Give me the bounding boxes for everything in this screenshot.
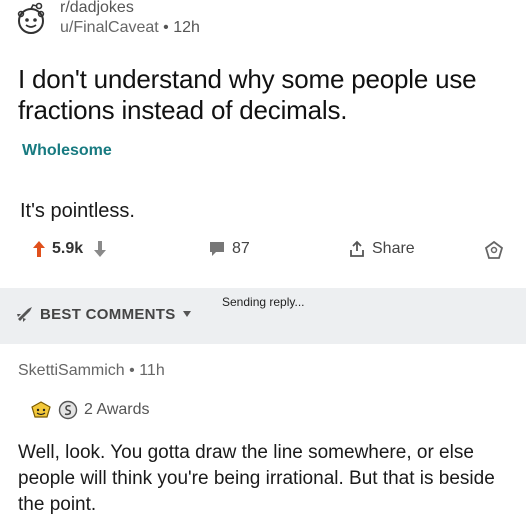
post-actions: 5.9k 87 Share: [0, 236, 526, 268]
subreddit-link[interactable]: r/dadjokes: [60, 0, 200, 18]
comment-sort-bar: BEST COMMENTS Sending reply...: [0, 288, 526, 344]
downvote-arrow-icon: [94, 241, 107, 257]
comment-awards[interactable]: 2 Awards: [30, 400, 150, 420]
sort-label: BEST COMMENTS: [40, 305, 176, 323]
comment: SkettiSammich • 11h 2 Awards Well, look.…: [0, 344, 526, 532]
awards-label: 2 Awards: [84, 401, 150, 418]
vote-group: 5.9k: [32, 240, 107, 258]
post-body: It's pointless.: [20, 200, 135, 222]
vote-count: 5.9k: [52, 240, 84, 257]
share-button[interactable]: Share: [348, 240, 415, 258]
upvote-button[interactable]: [32, 240, 46, 258]
sending-status: Sending reply...: [222, 295, 305, 309]
silver-award-icon: [58, 400, 78, 420]
downvote-button[interactable]: [93, 240, 107, 258]
comment-time: 11h: [139, 362, 165, 379]
post-time: 12h: [173, 19, 200, 36]
award-icon: [484, 240, 504, 259]
upvote-arrow-icon: [33, 241, 45, 257]
comment-meta: SkettiSammich • 11h: [18, 362, 165, 380]
post-meta: r/dadjokes u/FinalCaveat • 12h: [60, 0, 200, 38]
post-flair[interactable]: Wholesome: [22, 142, 112, 160]
comment-bubble-icon: [210, 242, 224, 256]
share-label: Share: [372, 240, 415, 257]
sort-comments-button[interactable]: BEST COMMENTS: [14, 305, 192, 323]
post-card: r/dadjokes u/FinalCaveat • 12h I don't u…: [0, 0, 526, 288]
rocket-icon: [17, 307, 32, 322]
reddit-snoo-icon: [17, 2, 45, 34]
comment-meta-separator: •: [129, 362, 135, 379]
share-icon: [350, 240, 364, 257]
post-title[interactable]: I don't understand why some people use f…: [18, 64, 514, 126]
gold-award-icon: [31, 401, 51, 418]
chevron-down-icon: [182, 311, 191, 317]
comment-text: Well, look. You gotta draw the line some…: [18, 442, 495, 515]
subreddit-avatar[interactable]: [14, 2, 48, 36]
award-button[interactable]: [484, 240, 504, 260]
author-link[interactable]: u/FinalCaveat: [60, 19, 159, 36]
comments-button[interactable]: 87: [208, 240, 250, 258]
comment-count: 87: [232, 240, 250, 257]
comment-author[interactable]: SkettiSammich: [18, 362, 125, 379]
meta-separator: •: [163, 19, 169, 36]
